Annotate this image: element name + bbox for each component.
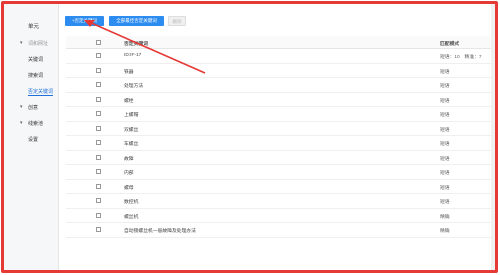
keyword-cell: ID:IF-17 [124, 53, 142, 58]
row-checkbox[interactable] [96, 82, 101, 87]
match-type-cell: 短语 [440, 142, 450, 147]
row-checkbox[interactable] [96, 183, 101, 189]
sidebar-group-title[interactable]: 词和网址 [28, 40, 48, 47]
match-type-cell: 短语 [440, 69, 450, 75]
table-row[interactable]: 自动锁螺丝机一般故障及处理办法 精确 [66, 223, 491, 238]
match-type-cell: 短语 [440, 113, 450, 118]
table-row[interactable]: 故障 短语 [66, 151, 491, 165]
main-content: +否定关键词 全部最佳否定关键词 删除 否定关键词 匹配模式 ID:IF-17 短… [60, 4, 495, 270]
table-row[interactable]: 铁器 短语 [66, 64, 491, 78]
match-type-cell: 精确 [440, 229, 450, 234]
table-row[interactable]: 螺母 短语 [66, 180, 491, 194]
match-type-cell: 精确 [440, 214, 450, 220]
keyword-cell: 数控机 [124, 200, 139, 205]
select-all-checkbox[interactable] [96, 40, 101, 45]
table-row[interactable]: 双螺丝 短语 [66, 122, 491, 136]
table-row[interactable]: 处理方法 短语 [66, 78, 491, 93]
table-row[interactable]: 车螺丝 短语 [66, 136, 491, 151]
row-checkbox[interactable] [96, 154, 101, 160]
chevron-down-icon[interactable]: ▾ [20, 104, 23, 110]
table-row[interactable]: ID:IF-17 短语：10 精准：7 [66, 49, 491, 64]
table-row[interactable]: 内部 短语 [66, 165, 491, 180]
sidebar: 单元 ▾ 词和网址 关键词 搜索词 否定关键词 ▾ 创意 ▾ 线索池 设置 [4, 4, 59, 270]
match-type-cell: 短语 [440, 127, 450, 133]
column-header-match[interactable]: 匹配模式 [440, 40, 459, 47]
row-checkbox[interactable] [96, 96, 101, 102]
match-type-cell: 短语 [440, 84, 450, 89]
keyword-cell: 内部 [124, 171, 134, 176]
row-checkbox[interactable] [96, 169, 101, 174]
sidebar-item-creative[interactable]: 创意 [28, 104, 38, 111]
keyword-cell: 铁器 [124, 69, 134, 75]
keyword-cell: 车螺丝 [124, 142, 139, 147]
row-checkbox[interactable] [96, 53, 101, 58]
match-type-cell: 短语 [440, 200, 450, 205]
sidebar-item-settings[interactable]: 设置 [28, 136, 38, 143]
column-header-keyword[interactable]: 否定关键词 [124, 40, 148, 47]
table-body: ID:IF-17 短语：10 精准：7 铁器 短语 处理方法 短语 螺栓 短语 上螺帽 短语 双螺丝… [66, 49, 491, 238]
sidebar-item-keywords[interactable]: 关键词 [28, 56, 43, 63]
add-negative-keyword-button[interactable]: +否定关键词 [65, 16, 104, 26]
scrollbar[interactable] [491, 4, 495, 270]
row-checkbox[interactable] [96, 140, 101, 145]
screenshot-frame: 单元 ▾ 词和网址 关键词 搜索词 否定关键词 ▾ 创意 ▾ 线索池 设置 +否… [1, 1, 498, 273]
row-checkbox[interactable] [96, 67, 101, 73]
row-checkbox[interactable] [96, 227, 101, 232]
keyword-cell: 上螺帽 [124, 113, 139, 118]
row-checkbox[interactable] [96, 212, 101, 218]
table-row[interactable]: 螺栓 短语 [66, 93, 491, 107]
delete-button[interactable]: 删除 [168, 16, 186, 26]
row-checkbox[interactable] [96, 125, 101, 131]
match-type-cell: 短语：10 精准：7 [440, 55, 482, 60]
keyword-cell: 螺栓 [124, 98, 134, 104]
row-checkbox[interactable] [96, 111, 101, 116]
chevron-down-icon[interactable]: ▾ [20, 120, 23, 126]
match-type-cell: 短语 [440, 171, 450, 176]
row-checkbox[interactable] [96, 198, 101, 203]
keyword-cell: 螺母 [124, 185, 134, 191]
table-row[interactable]: 数控机 短语 [66, 194, 491, 209]
keyword-cell: 处理方法 [124, 84, 144, 89]
keyword-table: 否定关键词 匹配模式 ID:IF-17 短语：10 精准：7 铁器 短语 处理方法 短语螺… [66, 36, 491, 238]
table-row[interactable]: 螺丝机 精确 [66, 209, 491, 223]
keyword-cell: 自动锁螺丝机一般故障及处理办法 [124, 229, 196, 234]
match-type-cell: 短语 [440, 98, 450, 104]
table-header: 否定关键词 匹配模式 [66, 36, 491, 49]
match-type-cell: 短语 [440, 156, 450, 162]
sidebar-item-negative-keywords[interactable]: 否定关键词 [28, 88, 54, 96]
batch-add-button[interactable]: 全部最佳否定关键词 [109, 16, 164, 26]
keyword-cell: 螺丝机 [124, 214, 139, 220]
chevron-down-icon[interactable]: ▾ [20, 40, 23, 46]
sidebar-item-unit[interactable]: 单元 [28, 22, 39, 30]
keyword-cell: 双螺丝 [124, 127, 139, 133]
sidebar-item-search-terms[interactable]: 搜索词 [28, 72, 43, 79]
sidebar-item-leads[interactable]: 线索池 [28, 120, 43, 127]
match-type-cell: 短语 [440, 185, 450, 191]
keyword-cell: 故障 [124, 156, 134, 162]
table-row[interactable]: 上螺帽 短语 [66, 107, 491, 122]
